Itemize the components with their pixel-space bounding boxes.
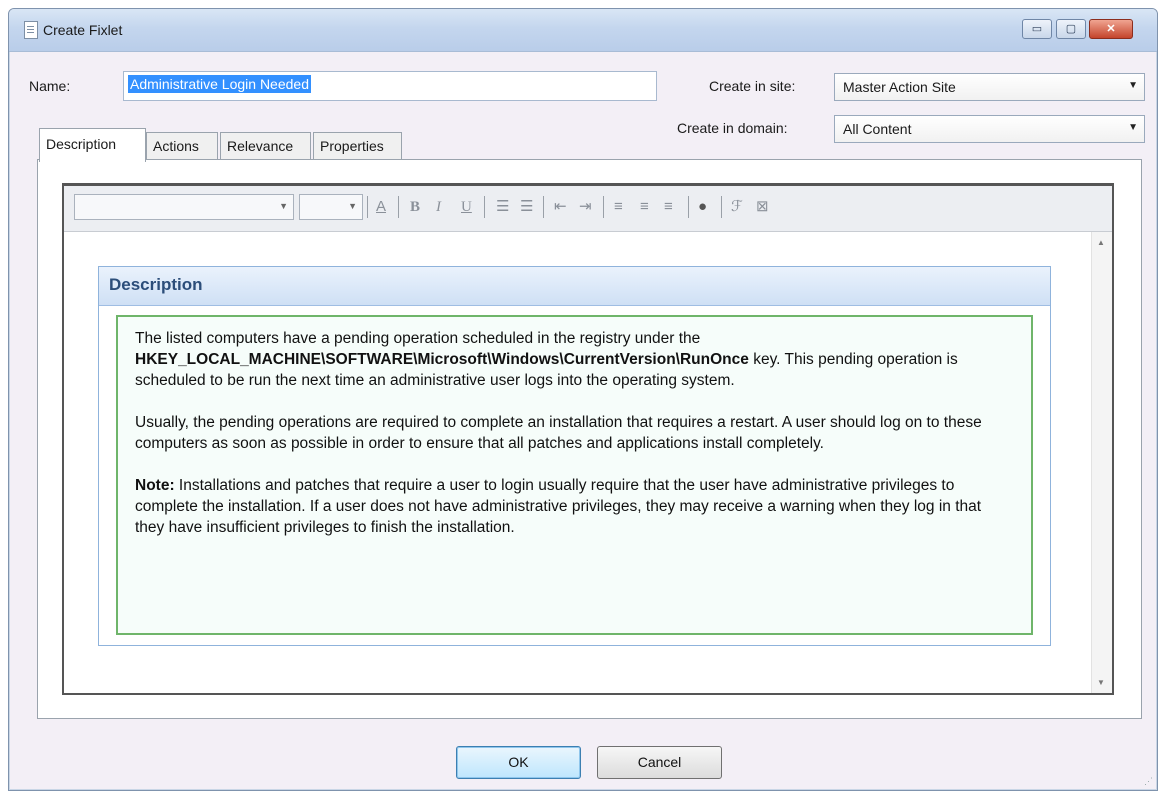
align-right-icon[interactable]: ≡	[664, 198, 673, 216]
create-fixlet-dialog: Create Fixlet ▭ ▢ ✕ Name: Administrative…	[8, 8, 1158, 791]
domain-select[interactable]: All Content ▼	[834, 115, 1145, 143]
site-select-value: Master Action Site	[843, 79, 956, 95]
site-label: Create in site:	[709, 78, 796, 94]
name-field-value: Administrative Login Needed	[128, 75, 311, 93]
chevron-down-icon: ▼	[348, 201, 357, 211]
italic-icon[interactable]: I	[436, 198, 441, 216]
align-center-icon[interactable]: ≡	[640, 198, 649, 216]
editor-content[interactable]: Description The listed computers have a …	[64, 232, 1096, 693]
minimize-button[interactable]: ▭	[1022, 19, 1052, 39]
numbered-list-icon[interactable]: ☰	[496, 198, 509, 216]
description-paragraph: Usually, the pending operations are requ…	[135, 414, 982, 452]
toolbar-divider	[484, 196, 485, 218]
description-tab-panel: ▼ ▼ A B I U ☰ ☰ ⇤ ⇥ ≡ ≡ ≡ ● ℱ ⊠ Descript…	[37, 159, 1142, 719]
chevron-down-icon: ▼	[1128, 80, 1138, 91]
maximize-button[interactable]: ▢	[1056, 19, 1086, 39]
description-section-header: Description	[99, 267, 1050, 306]
close-button[interactable]: ✕	[1089, 19, 1133, 39]
toolbar-divider	[603, 196, 604, 218]
description-section-title: Description	[109, 275, 203, 294]
toolbar-divider	[688, 196, 689, 218]
chevron-down-icon: ▼	[279, 201, 288, 211]
paragraph-text: The listed computers have a pending oper…	[135, 330, 701, 347]
domain-select-value: All Content	[843, 121, 912, 137]
scroll-down-icon[interactable]: ▼	[1097, 678, 1105, 687]
cancel-button[interactable]: Cancel	[597, 746, 722, 779]
indent-icon[interactable]: ⇥	[579, 198, 592, 216]
title-bar[interactable]: Create Fixlet ▭ ▢ ✕	[9, 9, 1157, 52]
bulleted-list-icon[interactable]: ☰	[520, 198, 533, 216]
toolbar-divider	[543, 196, 544, 218]
tab-properties[interactable]: Properties	[313, 132, 402, 160]
underline-icon[interactable]: U	[461, 198, 472, 216]
window-title: Create Fixlet	[43, 22, 123, 38]
description-section: Description The listed computers have a …	[98, 266, 1051, 646]
domain-label: Create in domain:	[677, 120, 788, 136]
ok-button[interactable]: OK	[456, 746, 581, 779]
font-family-select[interactable]: ▼	[74, 194, 294, 220]
site-select[interactable]: Master Action Site ▼	[834, 73, 1145, 101]
rich-text-editor: ▼ ▼ A B I U ☰ ☰ ⇤ ⇥ ≡ ≡ ≡ ● ℱ ⊠ Descript…	[62, 183, 1114, 695]
name-label: Name:	[29, 78, 71, 94]
tab-actions[interactable]: Actions	[146, 132, 218, 160]
toolbar-divider	[721, 196, 722, 218]
description-body[interactable]: The listed computers have a pending oper…	[116, 315, 1033, 635]
scroll-up-icon[interactable]: ▲	[1097, 238, 1105, 247]
editor-scrollbar[interactable]: ▲ ▼	[1091, 232, 1112, 693]
toolbar-divider	[367, 196, 368, 218]
document-icon	[24, 21, 38, 39]
description-paragraph: The listed computers have a pending oper…	[135, 328, 1014, 391]
bold-icon[interactable]: B	[410, 198, 420, 216]
font-color-icon[interactable]: A	[376, 198, 386, 216]
toolbar-divider	[398, 196, 399, 218]
font-size-select[interactable]: ▼	[299, 194, 363, 220]
clear-formatting-icon[interactable]: ℱ	[731, 198, 743, 216]
insert-link-icon[interactable]: ●	[698, 198, 707, 216]
align-left-icon[interactable]: ≡	[614, 198, 623, 216]
paragraph-text: Installations and patches that require a…	[135, 477, 982, 536]
registry-key-text: HKEY_LOCAL_MACHINE\SOFTWARE\Microsoft\Wi…	[135, 351, 749, 368]
editor-toolbar: ▼ ▼ A B I U ☰ ☰ ⇤ ⇥ ≡ ≡ ≡ ● ℱ ⊠	[64, 186, 1112, 232]
description-paragraph: Note: Installations and patches that req…	[135, 475, 1014, 538]
resize-grip-icon[interactable]: ⋰	[1144, 776, 1153, 787]
name-field[interactable]: Administrative Login Needed	[123, 71, 657, 101]
note-label: Note:	[135, 477, 175, 494]
tab-relevance[interactable]: Relevance	[220, 132, 311, 160]
insert-table-icon[interactable]: ⊠	[756, 198, 769, 216]
chevron-down-icon: ▼	[1128, 122, 1138, 133]
tab-description[interactable]: Description	[39, 128, 146, 162]
outdent-icon[interactable]: ⇤	[554, 198, 567, 216]
